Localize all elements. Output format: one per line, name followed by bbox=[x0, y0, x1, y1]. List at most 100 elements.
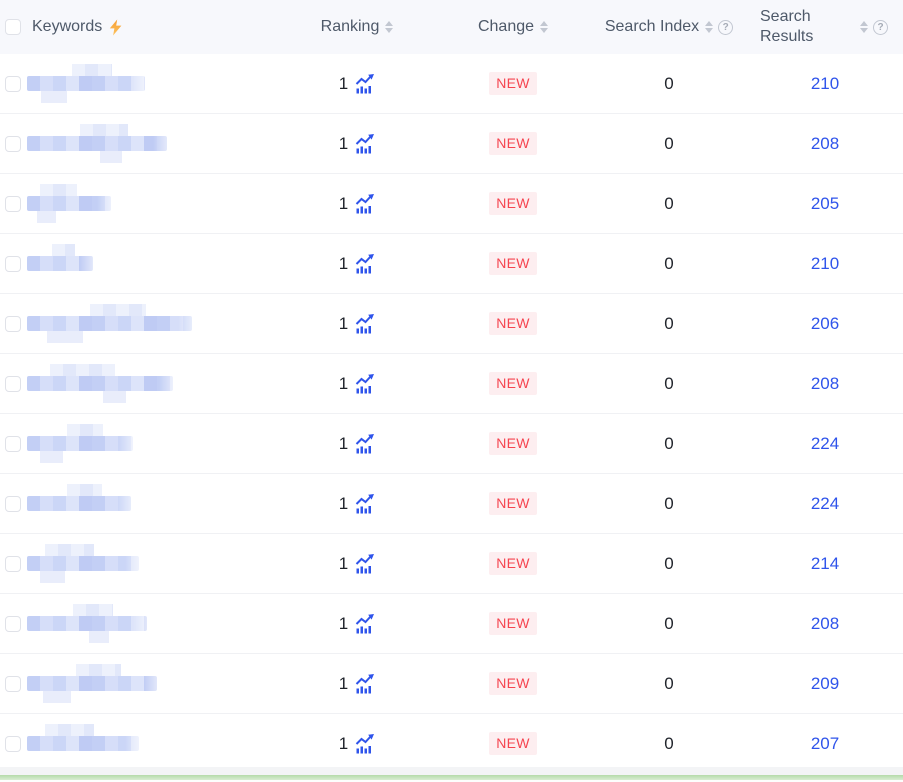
row-checkbox[interactable] bbox=[5, 136, 21, 152]
table-row: 1 NEW 0 210 bbox=[0, 234, 903, 294]
row-checkbox[interactable] bbox=[5, 376, 21, 392]
horizontal-scrollbar-track[interactable] bbox=[0, 767, 903, 775]
question-circle-icon[interactable]: ? bbox=[873, 20, 888, 35]
row-checkbox[interactable] bbox=[5, 316, 21, 332]
ranking-cell: 1 bbox=[279, 254, 435, 274]
search-index-cell: 0 bbox=[591, 674, 747, 694]
search-index-value: 0 bbox=[664, 734, 673, 754]
search-results-link[interactable]: 224 bbox=[811, 494, 839, 514]
redacted-keyword bbox=[27, 256, 93, 271]
search-results-column-header[interactable]: Search Results ? bbox=[747, 7, 903, 47]
change-cell: NEW bbox=[435, 252, 591, 275]
ranking-cell: 1 bbox=[279, 674, 435, 694]
change-new-badge: NEW bbox=[489, 492, 537, 515]
search-results-cell: 210 bbox=[747, 254, 903, 274]
trend-chart-icon[interactable] bbox=[355, 434, 375, 454]
row-checkbox[interactable] bbox=[5, 436, 21, 452]
search-index-cell: 0 bbox=[591, 614, 747, 634]
keywords-column-header: Keywords bbox=[27, 18, 279, 36]
search-results-link[interactable]: 209 bbox=[811, 674, 839, 694]
search-index-value: 0 bbox=[664, 434, 673, 454]
keywords-column-label: Keywords bbox=[32, 18, 102, 36]
search-results-cell: 208 bbox=[747, 374, 903, 394]
ranking-value: 1 bbox=[339, 554, 348, 574]
trend-chart-icon[interactable] bbox=[355, 494, 375, 514]
change-new-badge: NEW bbox=[489, 192, 537, 215]
change-cell: NEW bbox=[435, 552, 591, 575]
trend-chart-icon[interactable] bbox=[355, 314, 375, 334]
search-index-value: 0 bbox=[664, 314, 673, 334]
change-cell: NEW bbox=[435, 672, 591, 695]
search-results-link[interactable]: 224 bbox=[811, 434, 839, 454]
select-all-checkbox[interactable] bbox=[5, 19, 21, 35]
trend-chart-icon[interactable] bbox=[355, 254, 375, 274]
row-checkbox[interactable] bbox=[5, 196, 21, 212]
trend-chart-icon[interactable] bbox=[355, 734, 375, 754]
change-column-header[interactable]: Change bbox=[435, 18, 591, 36]
ranking-value: 1 bbox=[339, 314, 348, 334]
row-checkbox[interactable] bbox=[5, 256, 21, 272]
sort-carets-icon[interactable] bbox=[540, 21, 548, 33]
search-index-cell: 0 bbox=[591, 194, 747, 214]
search-results-link[interactable]: 208 bbox=[811, 374, 839, 394]
sort-carets-icon[interactable] bbox=[705, 21, 713, 33]
search-results-link[interactable]: 208 bbox=[811, 134, 839, 154]
row-checkbox[interactable] bbox=[5, 76, 21, 92]
trend-chart-icon[interactable] bbox=[355, 614, 375, 634]
search-results-link[interactable]: 208 bbox=[811, 614, 839, 634]
search-results-link[interactable]: 207 bbox=[811, 734, 839, 754]
question-circle-icon[interactable]: ? bbox=[718, 20, 733, 35]
row-checkbox[interactable] bbox=[5, 556, 21, 572]
ranking-cell: 1 bbox=[279, 734, 435, 754]
search-index-cell: 0 bbox=[591, 374, 747, 394]
row-checkbox[interactable] bbox=[5, 496, 21, 512]
trend-chart-icon[interactable] bbox=[355, 674, 375, 694]
search-results-link[interactable]: 205 bbox=[811, 194, 839, 214]
search-results-cell: 206 bbox=[747, 314, 903, 334]
search-index-cell: 0 bbox=[591, 734, 747, 754]
search-results-link[interactable]: 210 bbox=[811, 254, 839, 274]
trend-chart-icon[interactable] bbox=[355, 374, 375, 394]
redacted-keyword bbox=[27, 136, 167, 151]
trend-chart-icon[interactable] bbox=[355, 74, 375, 94]
search-results-link[interactable]: 206 bbox=[811, 314, 839, 334]
ranking-cell: 1 bbox=[279, 374, 435, 394]
trend-chart-icon[interactable] bbox=[355, 554, 375, 574]
search-results-cell: 209 bbox=[747, 674, 903, 694]
ranking-value: 1 bbox=[339, 494, 348, 514]
keyword-cell bbox=[27, 136, 279, 151]
row-checkbox-cell bbox=[0, 196, 27, 212]
ranking-value: 1 bbox=[339, 434, 348, 454]
search-index-column-header[interactable]: Search Index ? bbox=[591, 18, 747, 36]
search-index-value: 0 bbox=[664, 374, 673, 394]
change-new-badge: NEW bbox=[489, 132, 537, 155]
search-results-link[interactable]: 210 bbox=[811, 74, 839, 94]
ranking-cell: 1 bbox=[279, 614, 435, 634]
table-row: 1 NEW 0 208 bbox=[0, 594, 903, 654]
search-index-cell: 0 bbox=[591, 134, 747, 154]
ranking-cell: 1 bbox=[279, 194, 435, 214]
redacted-keyword bbox=[27, 196, 111, 211]
keyword-cell bbox=[27, 556, 279, 571]
sort-carets-icon[interactable] bbox=[385, 21, 393, 33]
row-checkbox[interactable] bbox=[5, 616, 21, 632]
keyword-cell bbox=[27, 76, 279, 91]
ranking-value: 1 bbox=[339, 734, 348, 754]
search-results-link[interactable]: 214 bbox=[811, 554, 839, 574]
sort-carets-icon[interactable] bbox=[860, 21, 868, 33]
search-index-value: 0 bbox=[664, 74, 673, 94]
search-results-cell: 208 bbox=[747, 134, 903, 154]
change-new-badge: NEW bbox=[489, 72, 537, 95]
trend-chart-icon[interactable] bbox=[355, 134, 375, 154]
trend-chart-icon[interactable] bbox=[355, 194, 375, 214]
change-new-badge: NEW bbox=[489, 432, 537, 455]
row-checkbox[interactable] bbox=[5, 736, 21, 752]
search-results-cell: 224 bbox=[747, 494, 903, 514]
redacted-keyword bbox=[27, 376, 173, 391]
change-cell: NEW bbox=[435, 732, 591, 755]
row-checkbox-cell bbox=[0, 376, 27, 392]
ranking-column-header[interactable]: Ranking bbox=[279, 18, 435, 36]
ranking-cell: 1 bbox=[279, 554, 435, 574]
row-checkbox[interactable] bbox=[5, 676, 21, 692]
keyword-cell bbox=[27, 256, 279, 271]
